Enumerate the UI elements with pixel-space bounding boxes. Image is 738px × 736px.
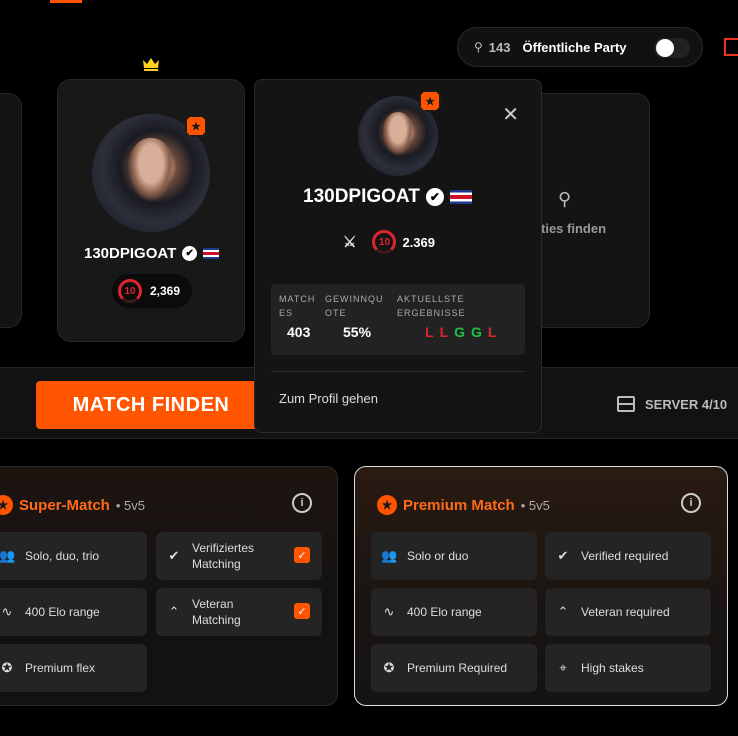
feature-verified-matching: ✔ Verifiziertes Matching ✓: [156, 532, 322, 580]
find-match-button[interactable]: MATCH FINDEN: [36, 381, 266, 429]
crosshair-icon: ⌖: [559, 660, 567, 675]
feature-label: Premium flex: [25, 661, 96, 675]
party-visibility-label: Öffentliche Party: [522, 39, 627, 55]
premium-star-icon: ✪: [383, 660, 395, 675]
veteran-chevrons-icon: ⌃: [557, 604, 569, 619]
premium-match-title: ★ Premium Match • 5v5: [377, 495, 550, 515]
feature-elo-range: ∿ 400 Elo range: [0, 588, 147, 636]
feature-label: High stakes: [581, 661, 644, 675]
feature-verified-required: ✔ Verified required: [545, 532, 711, 580]
close-icon[interactable]: ✕: [502, 102, 519, 127]
feature-elo-range: ∿ 400 Elo range: [371, 588, 537, 636]
feature-solo-or-duo: 👥 Solo or duo: [371, 532, 537, 580]
result-item: L: [439, 324, 451, 340]
country-flag-icon: [449, 190, 472, 204]
feature-premium-required: ✪ Premium Required: [371, 644, 537, 692]
party-icon: 👥: [0, 548, 16, 563]
matches-label: MATCH ES: [279, 294, 316, 318]
toggle-knob: [656, 39, 674, 57]
party-icon: 👥: [381, 548, 398, 563]
feature-label: Veteran Matching: [192, 597, 241, 627]
leave-party-icon[interactable]: [724, 38, 738, 56]
premium-star-icon: ✪: [1, 660, 13, 675]
elo-range-icon: ∿: [383, 604, 395, 619]
matches-value: 403: [287, 324, 311, 340]
party-status-pill[interactable]: ⚲ 143 Öffentliche Party: [457, 27, 703, 67]
empty-slot-card-left[interactable]: [0, 93, 22, 328]
winrate-value: 55%: [343, 324, 372, 340]
feature-premium-flex: ✪ Premium flex: [0, 644, 147, 692]
skill-level-icon: 10: [118, 279, 142, 303]
server-icon: [617, 396, 635, 412]
verified-icon: ✔: [182, 246, 198, 261]
feature-label: 400 Elo range: [407, 605, 482, 619]
party-members-icon: ⚲: [474, 40, 483, 54]
public-party-toggle[interactable]: [654, 38, 690, 58]
game-csgo-icon: ⚔: [343, 234, 357, 251]
premium-match-name: Premium Match: [403, 496, 515, 514]
elo-range-icon: ∿: [1, 604, 13, 619]
recent-results: LLGGL: [425, 324, 521, 340]
result-item: G: [454, 324, 468, 340]
party-count: 143: [488, 39, 511, 55]
player-name-row: 130DPIGOAT ✔: [84, 245, 220, 262]
server-selector[interactable]: SERVER 4/10: [617, 396, 727, 412]
winrate-label: GEWINNQU OTE: [325, 294, 384, 318]
popover-elo-value: 2.369: [402, 234, 435, 250]
player-elo: 10 2,369: [112, 274, 192, 308]
result-item: G: [471, 324, 484, 340]
recent-results-label: AKTUELLSTE ERGEBNISSE: [397, 294, 466, 318]
feature-label: Premium Required: [407, 661, 508, 675]
info-icon[interactable]: i: [681, 493, 701, 513]
feature-label: Solo or duo: [407, 549, 469, 563]
top-tab-indicator: [50, 0, 82, 3]
star-icon: ★: [377, 495, 397, 515]
premium-badge-icon: ★: [185, 115, 207, 137]
super-match-mode: • 5v5: [115, 497, 145, 513]
go-to-profile-link[interactable]: Zum Profil gehen: [279, 391, 378, 406]
feature-veteran-matching: ⌃ Veteran Matching ✓: [156, 588, 322, 636]
server-label: SERVER 4/10: [645, 396, 728, 412]
star-icon: ★: [0, 495, 13, 515]
search-icon: ⚲: [558, 189, 572, 209]
super-match-card[interactable]: ★ Super-Match • 5v5 i 👥 Solo, duo, trio …: [0, 466, 338, 706]
veteran-chevrons-icon: ⌃: [168, 604, 180, 619]
feature-label: Solo, duo, trio: [25, 549, 100, 563]
player-card[interactable]: ★ 130DPIGOAT ✔ 10 2,369: [57, 79, 245, 342]
popover-name-row: 130DPIGOAT ✔: [303, 186, 472, 208]
popover-skill-row: ⚔ 10 2.369: [343, 230, 435, 254]
result-item: L: [425, 324, 436, 340]
verified-icon: ✔: [557, 548, 569, 563]
divider: [271, 371, 525, 372]
crown-icon: [143, 58, 159, 71]
feature-high-stakes: ⌖ High stakes: [545, 644, 711, 692]
premium-match-card[interactable]: ★ Premium Match • 5v5 i 👥 Solo or duo ✔ …: [354, 466, 728, 706]
premium-match-mode: • 5v5: [520, 497, 550, 513]
super-match-name: Super-Match: [19, 496, 110, 514]
stats-box: MATCH ES 403 GEWINNQU OTE 55% AKTUELLSTE…: [271, 284, 525, 355]
verified-icon: ✔: [425, 188, 444, 206]
feature-label: Verified required: [581, 549, 669, 563]
country-flag-icon: [203, 248, 220, 259]
player-popover: ✕ ★ 130DPIGOAT ✔ ⚔ 10 2.369 MATCH ES 403…: [254, 79, 542, 433]
popover-player-name: 130DPIGOAT: [303, 186, 420, 207]
elo-value: 2,369: [150, 284, 181, 298]
super-match-title: ★ Super-Match • 5v5: [0, 495, 145, 515]
veteran-matching-checkbox[interactable]: ✓: [294, 603, 310, 619]
verified-matching-checkbox[interactable]: ✓: [294, 547, 310, 563]
feature-label: 400 Elo range: [25, 605, 100, 619]
skill-level-icon: 10: [372, 230, 397, 254]
info-icon[interactable]: i: [292, 493, 312, 513]
player-name: 130DPIGOAT: [84, 245, 177, 262]
verified-icon: ✔: [168, 548, 180, 563]
feature-label: Veteran required: [581, 605, 670, 619]
result-item: L: [487, 324, 499, 340]
feature-label: Verifiziertes Matching: [192, 541, 255, 571]
find-teammates-label: ties finden: [541, 221, 607, 236]
feature-veteran-required: ⌃ Veteran required: [545, 588, 711, 636]
feature-solo-duo-trio: 👥 Solo, duo, trio: [0, 532, 147, 580]
